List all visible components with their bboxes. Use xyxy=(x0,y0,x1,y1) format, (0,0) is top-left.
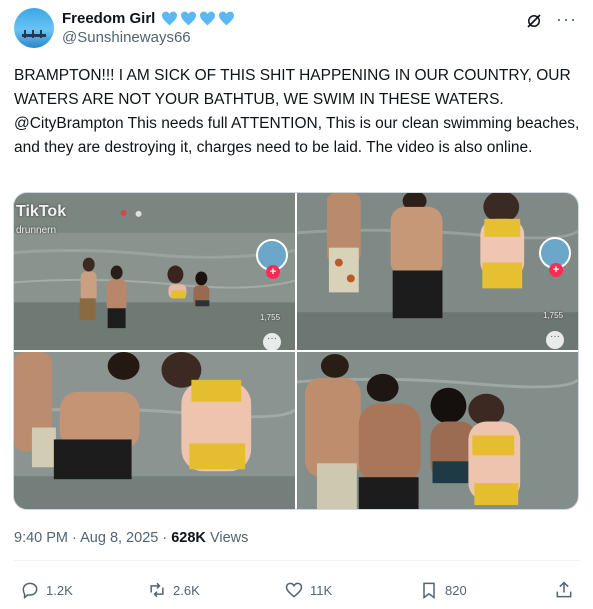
like-count: 11K xyxy=(310,582,333,598)
divider xyxy=(14,560,580,561)
like-button[interactable]: 11K xyxy=(284,578,332,602)
reply-button[interactable]: 1.2K xyxy=(20,578,73,602)
dots-overlay-icon: ··· xyxy=(546,331,564,349)
media-image-4-scene xyxy=(297,352,578,509)
media-grid: TikTok drunnern + 1,755 ··· + 1,755 ··· xyxy=(13,192,579,510)
media-image-3-scene xyxy=(14,352,295,509)
views-count: 628K xyxy=(171,530,206,546)
heart-badges xyxy=(161,11,235,26)
media-image-2[interactable]: + 1,755 ··· xyxy=(297,193,578,350)
repost-button[interactable]: 2.6K xyxy=(147,578,200,602)
action-bar: 1.2K 2.6K 11K 820 xyxy=(14,578,580,602)
bookmark-button[interactable]: 820 xyxy=(419,578,467,602)
tweet-text: BRAMPTON!!! I AM SICK OF THIS SHIT HAPPE… xyxy=(14,67,584,156)
media-image-4[interactable] xyxy=(297,352,578,509)
display-name[interactable]: Freedom Girl xyxy=(62,9,155,28)
tiktok-username: drunnern xyxy=(16,225,57,236)
handle[interactable]: @Sunshineways66 xyxy=(62,28,235,48)
bookmark-icon xyxy=(423,582,435,599)
media-image-1[interactable]: TikTok drunnern + 1,755 ··· xyxy=(14,193,295,350)
avatar[interactable] xyxy=(14,8,54,48)
reply-count: 1.2K xyxy=(46,582,73,598)
blue-heart-icon xyxy=(219,11,235,26)
grok-icon[interactable] xyxy=(525,12,543,30)
blue-heart-icon xyxy=(181,11,197,26)
media-image-2-scene xyxy=(297,193,578,350)
media-image-3[interactable] xyxy=(14,352,295,509)
share-button[interactable] xyxy=(554,578,574,602)
author-block: Freedom Girl @Sunshineways66 xyxy=(62,9,235,48)
like-overlay-count: 1,755 xyxy=(260,313,281,322)
more-icon[interactable]: ··· xyxy=(556,10,577,28)
blue-heart-icon xyxy=(162,11,178,26)
plus-icon: + xyxy=(266,265,280,279)
reply-icon xyxy=(22,582,38,600)
blue-heart-icon xyxy=(200,11,216,26)
tweet-header: Freedom Girl @Sunshineways66 ··· xyxy=(14,8,579,48)
plus-icon: + xyxy=(549,263,563,277)
meta-separator: · xyxy=(72,530,77,546)
post-time[interactable]: 9:40 PM xyxy=(14,530,68,546)
tweet-meta: 9:40 PM · Aug 8, 2025 · 628K Views xyxy=(14,528,248,548)
repost-icon xyxy=(150,582,164,598)
share-icon xyxy=(556,581,572,598)
bookmark-count: 820 xyxy=(445,582,467,598)
tiktok-watermark: TikTok xyxy=(16,203,67,220)
views-label: Views xyxy=(209,530,249,546)
post-date[interactable]: Aug 8, 2025 xyxy=(80,530,158,546)
heart-icon xyxy=(285,582,303,598)
meta-separator: · xyxy=(162,530,168,546)
like-overlay-count: 1,755 xyxy=(543,311,564,320)
dots-overlay-icon: ··· xyxy=(263,333,281,350)
repost-count: 2.6K xyxy=(173,582,200,598)
